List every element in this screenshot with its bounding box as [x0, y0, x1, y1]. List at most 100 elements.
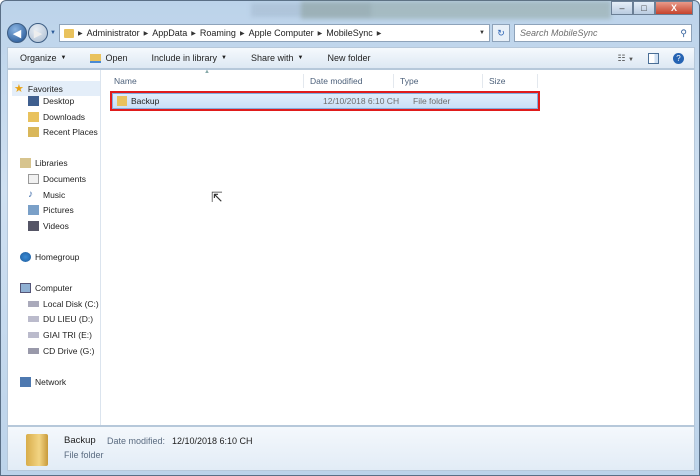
sidebar-label: Homegroup — [35, 252, 80, 262]
breadcrumb-appdata[interactable]: AppData — [152, 28, 187, 38]
sidebar-item-downloads[interactable]: Downloads — [28, 112, 85, 122]
breadcrumb-mobilesync[interactable]: MobileSync — [326, 28, 373, 38]
sidebar-label: DU LIEU (D:) — [43, 314, 94, 324]
address-bar[interactable]: ▶ Administrator ▶ AppData ▶ Roaming ▶ Apple… — [59, 24, 490, 42]
sidebar-label: Desktop — [43, 96, 75, 106]
drive-icon — [28, 332, 39, 338]
sidebar-label: Downloads — [43, 112, 86, 122]
sidebar-label: Libraries — [35, 158, 68, 168]
sidebar-item-network[interactable]: Network — [20, 377, 66, 387]
sidebar-label: Documents — [43, 174, 86, 184]
maximize-button[interactable]: □ — [633, 1, 655, 15]
sidebar-item-libraries[interactable]: Libraries — [20, 158, 68, 168]
new-folder-button[interactable]: New folder — [315, 53, 382, 63]
chevron-right-icon[interactable]: ▶ — [78, 30, 83, 37]
folder-icon — [64, 28, 74, 38]
sidebar-item-documents[interactable]: Documents — [28, 174, 86, 184]
search-placeholder: Search MobileSync — [520, 28, 598, 38]
content-pane: ★ Favorites Desktop Downloads Recent Plac… — [7, 69, 695, 426]
sidebar-item-desktop[interactable]: Desktop — [28, 96, 74, 106]
breadcrumb-apple-computer[interactable]: Apple Computer — [249, 28, 314, 38]
sidebar-label: Favorites — [27, 83, 63, 94]
chevron-right-icon[interactable]: ▶ — [191, 30, 196, 37]
sidebar-label: Videos — [43, 221, 69, 231]
homegroup-icon — [20, 252, 31, 262]
address-dropdown-icon[interactable]: ▼ — [479, 30, 485, 36]
column-header-type[interactable]: Type — [394, 74, 483, 88]
command-bar: Organize ▼ Open Include in library ▼ Share… — [7, 47, 695, 69]
include-label: Include in library — [151, 53, 218, 63]
column-header-date[interactable]: Date modified — [304, 74, 394, 88]
share-label: Share with — [251, 53, 294, 63]
music-icon: ♪ — [28, 189, 33, 200]
highlight-box — [110, 91, 540, 111]
sidebar-label: Music — [43, 189, 66, 200]
open-button[interactable]: Open — [78, 53, 139, 63]
videos-icon — [28, 221, 39, 231]
sidebar-item-computer[interactable]: Computer — [20, 283, 72, 293]
breadcrumb-administrator[interactable]: Administrator — [87, 28, 140, 38]
sidebar-label: Pictures — [43, 205, 74, 215]
refresh-button[interactable]: ↻ — [492, 24, 510, 42]
breadcrumb-roaming[interactable]: Roaming — [200, 28, 236, 38]
pictures-icon — [28, 205, 39, 215]
search-icon[interactable]: ⚲ — [680, 28, 687, 39]
desktop-icon — [28, 96, 39, 106]
sidebar-item-homegroup[interactable]: Homegroup — [20, 252, 79, 262]
nav-buttons: ◀ ▶ ▼ — [7, 23, 56, 43]
cd-drive-icon — [28, 348, 39, 354]
sidebar-item-music[interactable]: ♪ Music — [28, 189, 65, 200]
explorer-window: – □ X ◀ ▶ ▼ ▶ Administrator ▶ AppData ▶ Ro… — [0, 0, 700, 476]
details-type: File folder — [64, 450, 104, 460]
organize-label: Organize — [20, 53, 57, 63]
libraries-icon — [20, 158, 31, 168]
organize-button[interactable]: Organize ▼ — [8, 53, 78, 63]
downloads-icon — [28, 112, 39, 122]
chevron-right-icon[interactable]: ▶ — [377, 30, 382, 37]
minimize-button[interactable]: – — [611, 1, 633, 15]
sidebar-item-pictures[interactable]: Pictures — [28, 205, 74, 215]
recent-places-icon — [28, 127, 39, 137]
details-date-label: Date modified: — [107, 436, 166, 446]
chevron-down-icon: ▼ — [60, 55, 67, 61]
drive-icon — [28, 301, 39, 307]
sidebar-item-videos[interactable]: Videos — [28, 221, 69, 231]
preview-pane-icon[interactable] — [648, 52, 659, 64]
sidebar-item-local-disk[interactable]: Local Disk (C:) — [28, 299, 99, 309]
forward-button[interactable]: ▶ — [28, 23, 48, 43]
sidebar-item-giai-tri[interactable]: GIAI TRI (E:) — [28, 330, 92, 340]
help-icon[interactable]: ? — [673, 52, 684, 64]
sidebar-label: CD Drive (G:) — [43, 346, 95, 356]
sidebar-item-favorites[interactable]: ★ Favorites — [12, 81, 100, 96]
search-input[interactable]: Search MobileSync ⚲ — [514, 24, 692, 42]
large-folder-icon — [26, 434, 48, 466]
sidebar-label: Network — [35, 377, 67, 387]
back-button[interactable]: ◀ — [7, 23, 27, 43]
documents-icon — [28, 174, 39, 184]
share-with-button[interactable]: Share with ▼ — [239, 53, 315, 63]
details-pane: Backup Date modified: 12/10/2018 6:10 CH… — [7, 426, 695, 471]
mouse-cursor-icon: ⇱ — [211, 189, 223, 205]
view-options-icon[interactable]: ☷ ▼ — [617, 53, 634, 64]
sidebar-label: Local Disk (C:) — [43, 299, 99, 309]
chevron-down-icon: ▼ — [221, 55, 227, 61]
details-name: Backup — [64, 435, 96, 446]
star-icon: ★ — [14, 83, 24, 95]
chevron-right-icon[interactable]: ▶ — [318, 30, 323, 37]
recent-pages-dropdown[interactable]: ▼ — [50, 30, 56, 36]
chevron-down-icon: ▼ — [297, 55, 304, 61]
sidebar-item-cd-drive[interactable]: CD Drive (G:) — [28, 346, 94, 356]
navigation-pane: ★ Favorites Desktop Downloads Recent Plac… — [8, 70, 101, 425]
chevron-right-icon[interactable]: ▶ — [144, 30, 149, 37]
open-label: Open — [105, 53, 128, 63]
open-folder-icon — [90, 53, 102, 63]
column-headers: Name Date modified Type Size — [108, 74, 548, 88]
column-header-name[interactable]: Name — [108, 74, 304, 88]
sidebar-item-recent-places[interactable]: Recent Places — [28, 127, 98, 137]
column-header-size[interactable]: Size — [483, 74, 538, 88]
close-button[interactable]: X — [655, 1, 693, 15]
sidebar-label: Computer — [35, 283, 73, 293]
chevron-right-icon[interactable]: ▶ — [240, 30, 245, 37]
sidebar-item-du-lieu[interactable]: DU LIEU (D:) — [28, 314, 93, 324]
include-in-library-button[interactable]: Include in library ▼ — [140, 53, 239, 63]
